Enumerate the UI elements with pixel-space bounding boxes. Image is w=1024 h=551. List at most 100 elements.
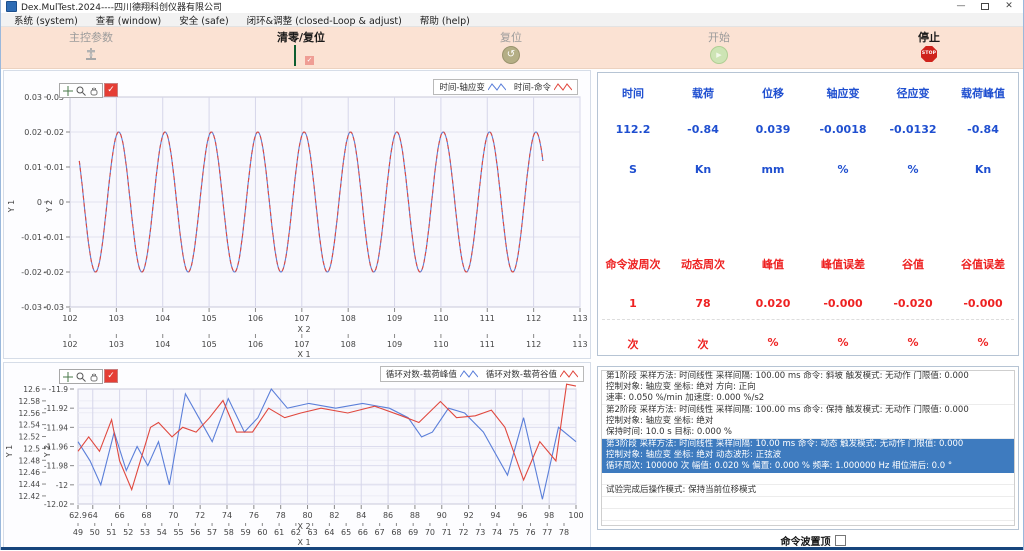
tick-label: 103 [109, 314, 124, 323]
primary-header-1: 载荷 [692, 87, 714, 100]
app-icon [6, 1, 17, 12]
program-step-line: 控制对象: 轴应变 坐标: 绝对 动态波形: 正弦波 [606, 450, 782, 460]
tick-label: 113 [572, 314, 587, 323]
readout-panel: 时间 载荷 位移 轴应变 径应变 载荷峰值 112.2 -0.84 0.039 -0.0018 -… [597, 72, 1019, 356]
tick-label: -0.01 [21, 233, 42, 242]
legend-item-0[interactable]: 时间-轴应变 [439, 81, 506, 93]
program-step-2[interactable]: 第2阶段 采样方法: 时间线性 采样间隔: 100.00 ms 命令: 保持 触… [602, 405, 1014, 439]
menu-item-1[interactable]: 查看 (window) [87, 13, 170, 27]
x1-axis-title: X 1 [297, 350, 310, 358]
cycle-legend[interactable]: 循环对数-载荷峰值 循环对数-载荷谷值 [379, 366, 584, 382]
tick-label: 72 [195, 511, 205, 520]
program-step-line: 第2阶段 采样方法: 时间线性 采样间隔: 100.00 ms 命令: 保持 触… [606, 405, 969, 415]
tick-label: 64 [324, 528, 334, 537]
toolbar-button-start[interactable]: 开始 ▶ [649, 30, 789, 66]
minimize-button[interactable]: — [949, 0, 973, 13]
empty-row [602, 521, 1014, 525]
empty-row [602, 473, 1014, 485]
pan-hand-tool-icon[interactable] [89, 86, 99, 96]
legend-item-1[interactable]: 循环对数-载荷谷值 [486, 368, 578, 380]
toolbar-button-master-params[interactable]: 主控参数 [21, 30, 161, 66]
tick-label: 78 [276, 511, 286, 520]
menu-item-4[interactable]: 帮助 (help) [411, 13, 479, 27]
primary-unit-4: % [907, 163, 919, 176]
post-test-mode-row[interactable]: 试验完成后操作模式: 保持当前位移模式 [602, 485, 1014, 497]
tick-label: 0 [37, 198, 42, 207]
menu-item-3[interactable]: 闭环&调整 (closed-Loop & adjust) [238, 13, 411, 27]
graph-tool-palette[interactable] [59, 369, 103, 384]
tick-label: 61 [274, 528, 284, 537]
plot-enable-checkbox[interactable]: ✓ [104, 369, 118, 383]
tick-label: -0.03 [43, 303, 64, 312]
primary-value-2: 0.039 [755, 123, 791, 136]
cycle-unit-2: % [767, 336, 779, 349]
tick-label: -0.01 [43, 233, 64, 242]
program-step-line: 控制对象: 轴应变 坐标: 绝对 [606, 416, 714, 426]
tick-label: 12.5 [23, 444, 40, 453]
waveform-legend[interactable]: 时间-轴应变 时间-命令 [433, 79, 578, 95]
maximize-button[interactable] [973, 0, 997, 13]
tick-label: 12.54 [19, 421, 41, 430]
tick-label: 76 [525, 528, 535, 537]
program-step-3[interactable]: 第3阶段 采样方法: 时间线性 采样间隔: 10.00 ms 命令: 动态 触发… [602, 439, 1014, 473]
menu-item-0[interactable]: 系统 (system) [5, 13, 87, 27]
zoom-tool-icon[interactable] [76, 86, 86, 96]
tick-label: 108 [341, 340, 356, 349]
program-step-1[interactable]: 第1阶段 采样方法: 时间线性 采样间隔: 100.00 ms 命令: 斜坡 触… [602, 371, 1014, 405]
tick-label: 60 [257, 528, 267, 537]
tick-label: 69 [408, 528, 418, 537]
primary-header-4: 径应变 [896, 87, 930, 100]
tick-label: 103 [109, 340, 124, 349]
tick-label: 56 [190, 528, 200, 537]
primary-value-0: 112.2 [615, 123, 651, 136]
tick-label: 111 [480, 314, 495, 323]
tick-label: 66 [358, 528, 368, 537]
tick-label: 12.46 [19, 468, 41, 477]
command-wave-pin-checkbox[interactable] [834, 535, 846, 546]
cycle-header-0: 命令波周次 [605, 258, 661, 271]
primary-unit-row: S Kn mm%% Kn [598, 163, 1018, 176]
row-divider [602, 319, 1014, 320]
tick-label: 62 [291, 528, 301, 537]
tick-label: 64 [88, 511, 98, 520]
close-button[interactable]: ✕ [997, 0, 1021, 13]
tick-label: 105 [201, 314, 216, 323]
tick-label: 109 [387, 340, 402, 349]
toolbar-button-stop[interactable]: 停止 STOP [859, 30, 999, 66]
graph-tool-palette[interactable] [59, 83, 103, 98]
primary-header-2: 位移 [762, 87, 784, 100]
y2-axis-title: Y 2 [43, 445, 52, 459]
zoom-tool-icon[interactable] [76, 372, 86, 382]
menu-item-2[interactable]: 安全 (safe) [170, 13, 237, 27]
tick-label: 50 [90, 528, 100, 537]
toolbar-button-reset[interactable]: 复位 ↺ [441, 30, 581, 66]
cycle-chart-panel: ✓ 循环对数-载荷峰值 循环对数-载荷谷值 12.6 12.58 12.56 12.54… [3, 362, 591, 548]
pan-hand-tool-icon[interactable] [89, 372, 99, 382]
tick-label: 80 [302, 511, 312, 520]
primary-value-row: 112.2 -0.84 0.039 -0.0018 -0.0132 -0.84 [598, 123, 1018, 136]
primary-unit-2: mm [761, 163, 785, 176]
cycle-header-5: 谷值误差 [961, 258, 1005, 271]
toolbar-button-zero-reset[interactable]: 清零/复位 ✓ [231, 30, 371, 66]
tick-label: 57 [207, 528, 217, 537]
app-window: { "window": { "title": "Dex.MulTest.2024… [0, 0, 1024, 550]
tick-label: -11.98 [44, 462, 68, 471]
program-step-list[interactable]: 第1阶段 采样方法: 时间线性 采样间隔: 100.00 ms 命令: 斜坡 触… [601, 370, 1015, 526]
command-wave-pin[interactable]: 命令波置顶 [701, 533, 925, 548]
legend-item-0[interactable]: 循环对数-载荷峰值 [386, 368, 478, 380]
cycle-value-3: -0.000 [823, 297, 863, 310]
tick-label: 71 [442, 528, 452, 537]
legend-line-swatch [554, 83, 572, 91]
tick-label: 104 [155, 340, 170, 349]
maximize-icon [981, 3, 989, 10]
plot-enable-checkbox[interactable]: ✓ [104, 83, 118, 97]
crosshair-tool-icon[interactable] [63, 371, 73, 382]
tick-label: 77 [542, 528, 552, 537]
crosshair-tool-icon[interactable] [63, 85, 73, 96]
tick-label: 76 [249, 511, 259, 520]
cycle-header-1: 动态周次 [681, 258, 725, 271]
tick-label: -11.94 [44, 423, 68, 432]
legend-item-1[interactable]: 时间-命令 [514, 81, 572, 93]
tick-label: 0 [59, 198, 64, 207]
tick-label: 74 [492, 528, 502, 537]
